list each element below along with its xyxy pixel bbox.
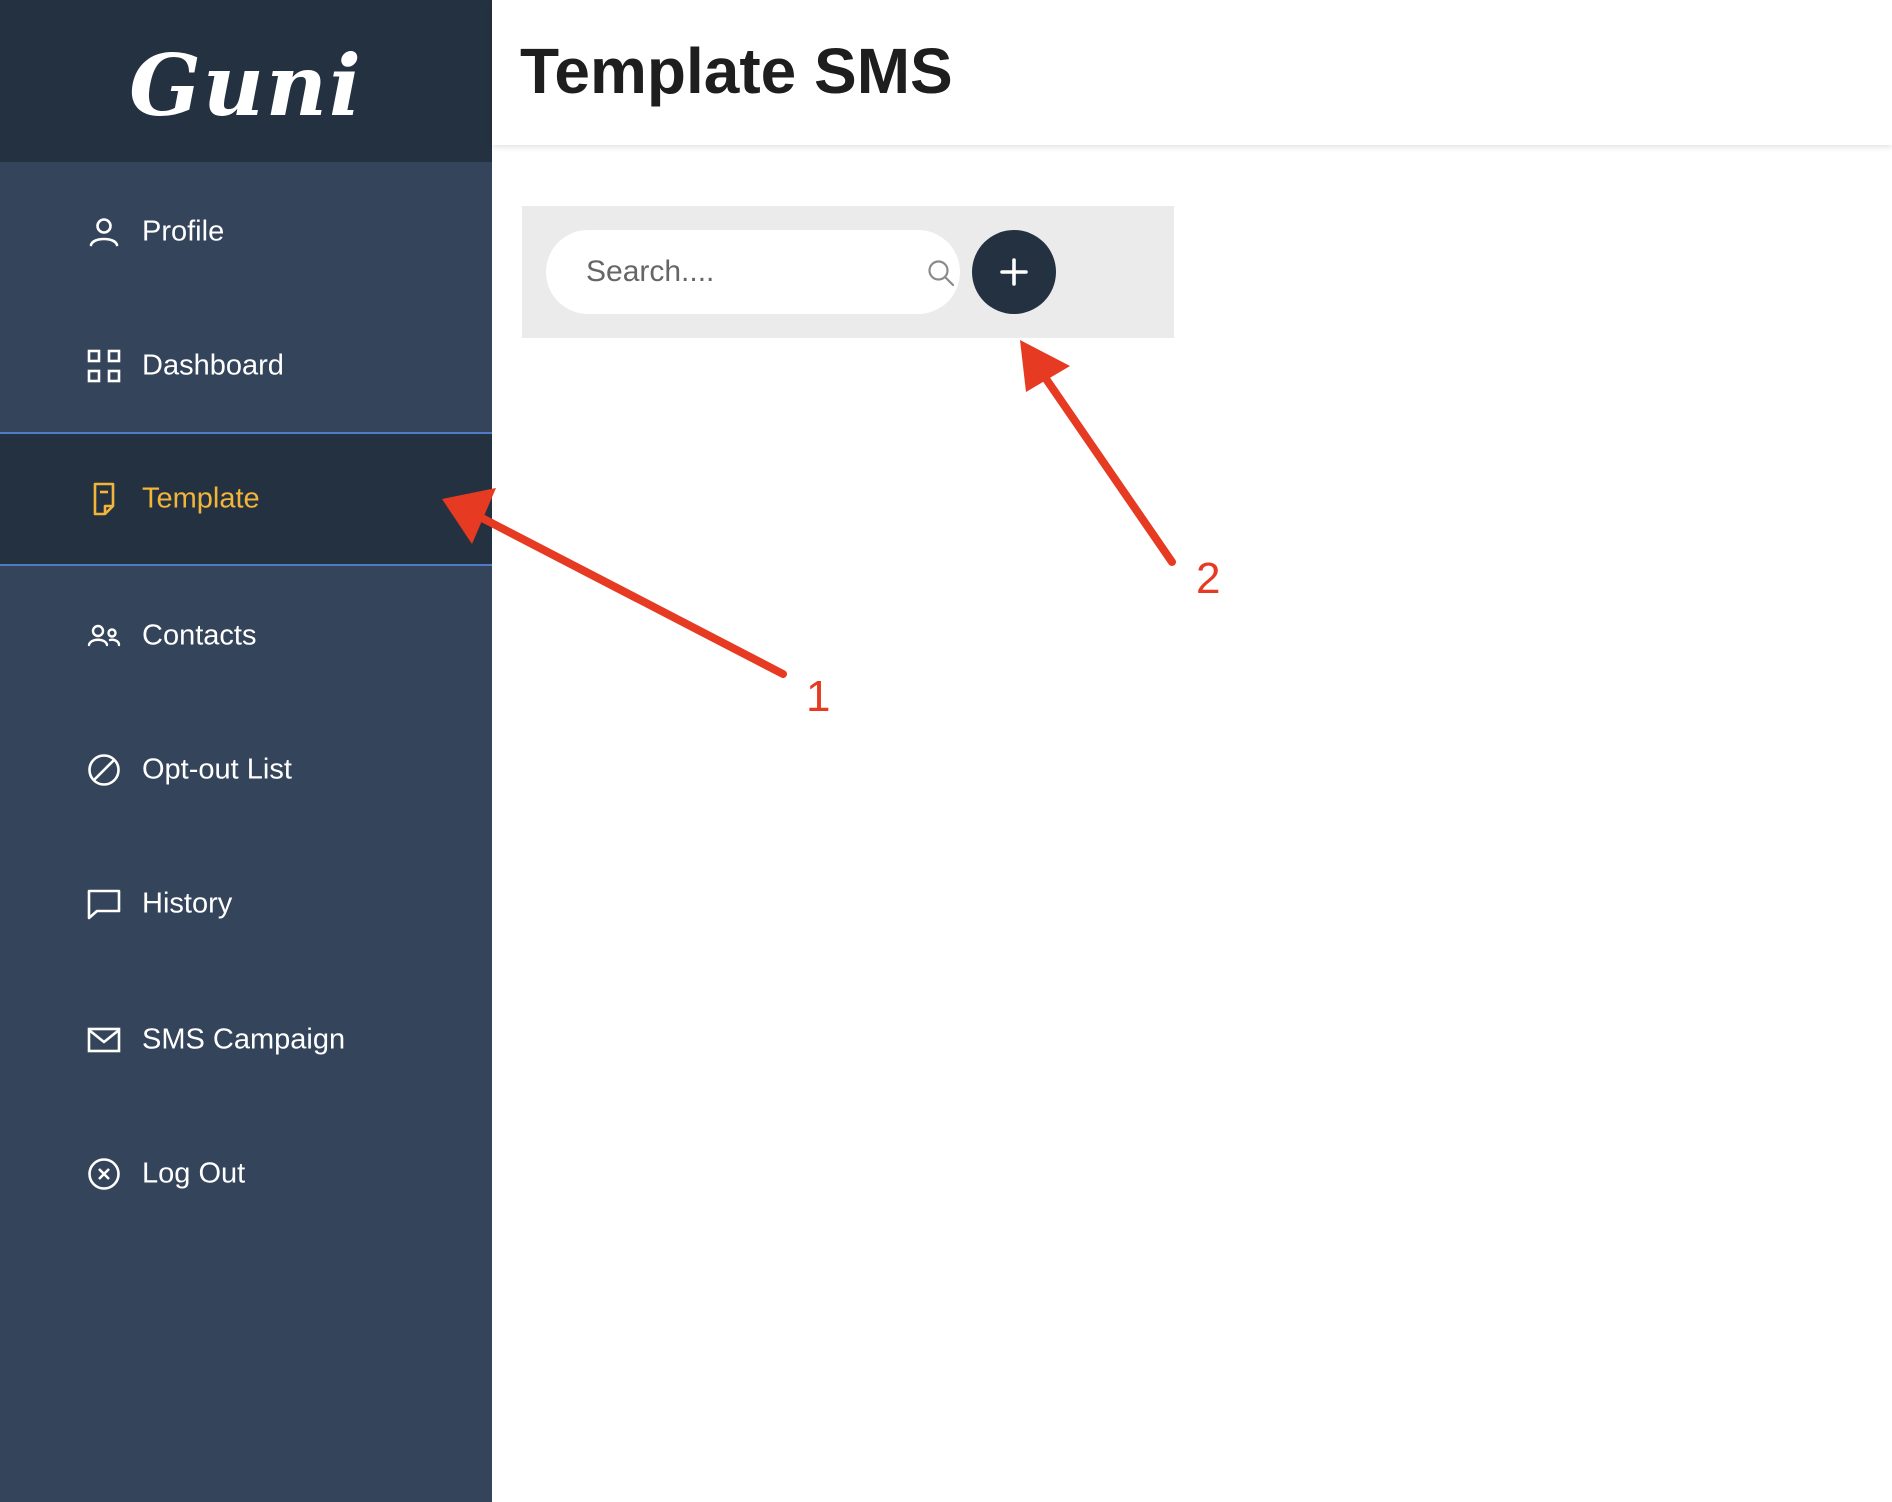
page-header: Template SMS	[492, 0, 1892, 145]
annotation-arrow-2	[1020, 340, 1176, 566]
sidebar-item-label: SMS Campaign	[142, 1023, 346, 1056]
sidebar-item-contacts[interactable]: Contacts	[0, 569, 492, 703]
block-icon	[88, 754, 120, 786]
mail-icon	[87, 1027, 121, 1053]
sidebar-item-dashboard[interactable]: Dashboard	[0, 299, 492, 433]
app-logo[interactable]: Guni	[0, 36, 492, 135]
grid-icon	[87, 349, 121, 383]
sidebar: Guni Profile Dashboard Template Contacts…	[0, 0, 492, 1502]
message-icon	[87, 889, 121, 920]
close-circle-icon	[88, 1158, 120, 1190]
sidebar-item-template[interactable]: Template	[0, 432, 492, 566]
sidebar-item-log-out[interactable]: Log Out	[0, 1107, 492, 1241]
annotation-label-2: 2	[1196, 554, 1221, 603]
sidebar-item-label: Dashboard	[142, 349, 284, 382]
search-icon[interactable]	[926, 258, 956, 288]
page-title: Template SMS	[520, 35, 953, 107]
document-icon	[93, 482, 115, 516]
annotation-label-1: 1	[806, 672, 831, 721]
sidebar-item-label: Template	[142, 482, 260, 515]
plus-icon	[1000, 258, 1028, 286]
add-template-button[interactable]	[972, 230, 1056, 314]
sidebar-item-history[interactable]: History	[0, 837, 492, 971]
logo-bar: Guni	[0, 0, 492, 162]
sidebar-item-label: Log Out	[142, 1157, 246, 1190]
sidebar-item-label: History	[142, 887, 233, 920]
search-box	[546, 230, 960, 314]
sidebar-item-profile[interactable]: Profile	[0, 165, 492, 299]
sidebar-item-label: Opt-out List	[142, 753, 292, 786]
sidebar-item-label: Profile	[142, 215, 225, 248]
sidebar-item-opt-out-list[interactable]: Opt-out List	[0, 703, 492, 837]
template-toolbar	[522, 206, 1174, 338]
annotation-arrow-1	[442, 488, 787, 678]
sidebar-item-sms-campaign[interactable]: SMS Campaign	[0, 973, 492, 1107]
user-icon	[89, 218, 119, 247]
sidebar-item-label: Contacts	[142, 619, 257, 652]
users-icon	[87, 624, 121, 647]
search-input[interactable]	[586, 230, 886, 314]
